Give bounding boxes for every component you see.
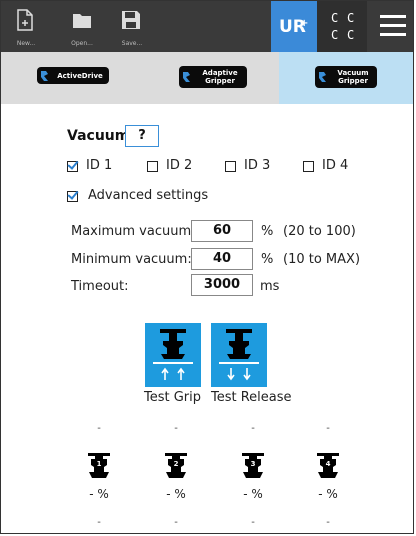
menu-bar-icon bbox=[380, 15, 406, 18]
timeout-label: Timeout: bbox=[71, 279, 129, 294]
cup3-top-value: - bbox=[251, 423, 255, 434]
cup1-percent: - % bbox=[89, 487, 109, 501]
cc-glyph: C bbox=[331, 11, 339, 25]
cup3-percent: - % bbox=[243, 487, 263, 501]
cup4-percent: - % bbox=[318, 487, 338, 501]
gripper-tabs: ActiveDrive Adaptive Gripper Vacuum Grip… bbox=[1, 52, 413, 104]
id1-label: ID 1 bbox=[86, 158, 113, 173]
cc-glyph: C bbox=[347, 28, 355, 42]
urcaps-button[interactable]: UR + bbox=[271, 1, 317, 52]
hamburger-menu-button[interactable] bbox=[367, 1, 413, 52]
tab-label-line2: Gripper bbox=[205, 77, 235, 85]
tab-label-line2: Gripper bbox=[338, 77, 368, 85]
cup4-bottom-value: - bbox=[326, 517, 330, 528]
cup1-id: 1 bbox=[97, 460, 102, 468]
cc-glyph: C bbox=[347, 11, 355, 25]
suction-cup-4-icon: 4 bbox=[317, 453, 339, 478]
folder-icon bbox=[73, 14, 91, 28]
test-release-button[interactable] bbox=[211, 323, 267, 387]
tab-activedrive[interactable]: ActiveDrive bbox=[1, 52, 139, 104]
suction-cup-3-icon: 3 bbox=[242, 453, 264, 478]
min-vacuum-range: (10 to MAX) bbox=[283, 252, 361, 267]
vacuum-status-box: ? bbox=[125, 125, 159, 147]
vacuum-release-icon bbox=[219, 329, 259, 381]
min-vacuum-input[interactable]: 40 bbox=[191, 248, 253, 270]
cup2-id: 2 bbox=[174, 460, 179, 468]
cup2-top-value: - bbox=[174, 423, 178, 434]
app-window: New... Open... Save... UR + C C C C Acti… bbox=[0, 0, 414, 534]
min-vacuum-label: Minimum vacuum: bbox=[71, 252, 192, 267]
cup2-percent: - % bbox=[166, 487, 186, 501]
max-vacuum-unit: % bbox=[261, 224, 274, 239]
max-vacuum-range: (20 to 100) bbox=[283, 224, 356, 239]
timeout-unit: ms bbox=[260, 279, 280, 294]
vacuum-title: Vacuum bbox=[67, 128, 130, 144]
cup3-bottom-value: - bbox=[251, 517, 255, 528]
cc-status[interactable]: C C C C bbox=[317, 1, 367, 52]
suction-cup-2-icon: 2 bbox=[165, 453, 187, 478]
save-label: Save... bbox=[121, 40, 143, 47]
activedrive-pill: ActiveDrive bbox=[37, 67, 109, 84]
test-release-label: Test Release bbox=[211, 390, 292, 405]
cup1-top-value: - bbox=[97, 423, 101, 434]
suction-cup-1-icon: 1 bbox=[88, 453, 110, 478]
advanced-settings-checkbox[interactable] bbox=[67, 191, 78, 202]
top-toolbar: New... Open... Save... UR + C C C C bbox=[1, 1, 413, 52]
max-vacuum-label: Maximum vacuum: bbox=[71, 224, 196, 239]
id4-label: ID 4 bbox=[322, 158, 349, 173]
cup2-bottom-value: - bbox=[174, 517, 178, 528]
robotiq-logo-icon bbox=[41, 70, 48, 81]
min-vacuum-unit: % bbox=[261, 252, 274, 267]
menu-bar-icon bbox=[380, 33, 406, 36]
cc-glyph: C bbox=[331, 28, 339, 42]
new-file-icon bbox=[17, 9, 33, 31]
vacuum-gripper-pill: Vacuum Gripper bbox=[315, 66, 377, 88]
robotiq-logo-icon bbox=[319, 72, 326, 82]
id3-label: ID 3 bbox=[244, 158, 271, 173]
id1-checkbox[interactable] bbox=[67, 161, 78, 172]
cup1-bottom-value: - bbox=[97, 517, 101, 528]
id2-checkbox[interactable] bbox=[147, 161, 158, 172]
advanced-settings-label: Advanced settings bbox=[88, 188, 209, 203]
tab-vacuum-gripper[interactable]: Vacuum Gripper bbox=[279, 52, 413, 104]
menu-bar-icon bbox=[380, 24, 406, 27]
tab-label-line1: Adaptive bbox=[202, 69, 238, 77]
tab-label: ActiveDrive bbox=[57, 71, 103, 80]
tab-label-line1: Vacuum bbox=[337, 69, 369, 77]
open-label: Open... bbox=[71, 40, 93, 47]
adaptive-gripper-pill: Adaptive Gripper bbox=[179, 66, 247, 88]
vacuum-grip-icon bbox=[153, 329, 193, 380]
new-button[interactable]: New... bbox=[1, 1, 51, 52]
cup3-id: 3 bbox=[251, 460, 256, 468]
cup4-id: 4 bbox=[326, 460, 331, 468]
test-grip-label: Test Grip bbox=[144, 390, 202, 405]
open-button[interactable]: Open... bbox=[57, 1, 107, 52]
ur-plus-icon: UR + bbox=[279, 17, 308, 37]
max-vacuum-input[interactable]: 60 bbox=[191, 220, 253, 242]
save-icon bbox=[122, 11, 140, 29]
robotiq-logo-icon bbox=[183, 72, 190, 82]
tab-adaptive-gripper[interactable]: Adaptive Gripper bbox=[139, 52, 279, 104]
test-grip-button[interactable] bbox=[145, 323, 201, 387]
timeout-input[interactable]: 3000 bbox=[191, 274, 253, 296]
svg-text:+: + bbox=[300, 18, 308, 29]
id3-checkbox[interactable] bbox=[225, 161, 236, 172]
save-button[interactable]: Save... bbox=[107, 1, 157, 52]
id2-label: ID 2 bbox=[166, 158, 193, 173]
id4-checkbox[interactable] bbox=[303, 161, 314, 172]
cup4-top-value: - bbox=[326, 423, 330, 434]
new-label: New... bbox=[16, 40, 36, 47]
